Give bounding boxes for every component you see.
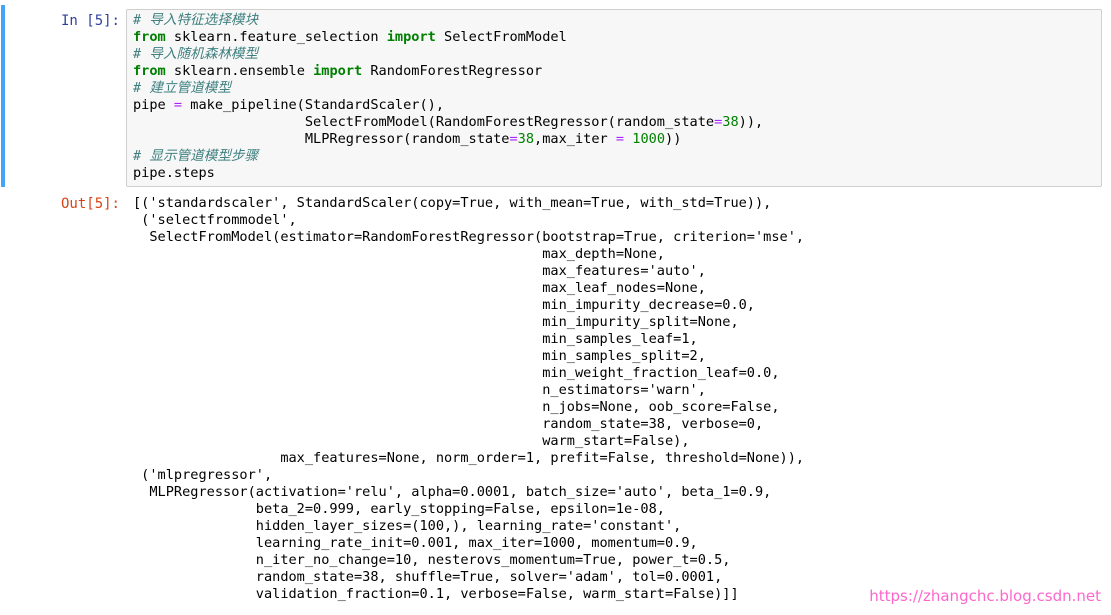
output-line: beta_2=0.999, early_stopping=False, epsi…: [133, 501, 665, 517]
output-line: min_samples_leaf=1,: [133, 331, 698, 347]
code-token: SelectFromModel: [435, 29, 567, 45]
output-line: min_impurity_split=None,: [133, 314, 739, 330]
output-line: min_samples_split=2,: [133, 348, 706, 364]
code-token: )): [665, 131, 682, 147]
code-token: 38: [517, 131, 535, 147]
output-line: n_estimators='warn',: [133, 382, 706, 398]
output-line: min_impurity_decrease=0.0,: [133, 297, 755, 313]
code-token: =: [509, 131, 518, 147]
output-line: validation_fraction=0.1, verbose=False, …: [133, 586, 739, 602]
code-token: 38: [722, 114, 739, 130]
code-line: # 显示管道模型步骤: [133, 148, 258, 164]
code-token: pipe.steps: [133, 165, 215, 181]
code-token: # 显示管道模型步骤: [133, 148, 259, 164]
code-line: pipe = make_pipeline(StandardScaler(),: [133, 97, 444, 113]
output-line: [('standardscaler', StandardScaler(copy=…: [133, 195, 772, 211]
output-line: max_depth=None,: [133, 246, 665, 262]
code-token: RandomForestRegressor: [362, 63, 543, 79]
cell-selected-indicator: [1, 5, 5, 187]
code-token: 1000: [632, 131, 666, 147]
code-token: # 建立管道模型: [133, 80, 231, 96]
code-line: # 导入特征选择模块: [133, 12, 258, 28]
output-line: max_features='auto',: [133, 263, 706, 279]
code-token: # 导入特征选择模块: [133, 12, 259, 28]
output-line: random_state=38, verbose=0,: [133, 416, 764, 432]
code-line: from sklearn.feature_selection import Se…: [133, 29, 567, 45]
code-line: SelectFromModel(RandomForestRegressor(ra…: [133, 114, 763, 130]
code-token: SelectFromModel(RandomForestRegressor(ra…: [133, 114, 715, 130]
output-line: n_iter_no_change=10, nesterovs_momentum=…: [133, 552, 731, 568]
output-prompt: Out[5]:: [60, 196, 120, 212]
code-block[interactable]: # 导入特征选择模块 from sklearn.feature_selectio…: [133, 12, 763, 182]
code-line: # 建立管道模型: [133, 80, 231, 96]
output-line: random_state=38, shuffle=True, solver='a…: [133, 569, 723, 585]
code-token: make_pipeline(StandardScaler(),: [182, 97, 445, 113]
code-line: pipe.steps: [133, 165, 215, 181]
code-token: ,max_iter: [534, 131, 616, 147]
code-token: sklearn.ensemble: [165, 63, 314, 79]
output-line: MLPRegressor(activation='relu', alpha=0.…: [133, 484, 772, 500]
code-token: sklearn.feature_selection: [165, 29, 387, 45]
code-token: from: [133, 63, 166, 79]
output-line: n_jobs=None, oob_score=False,: [133, 399, 780, 415]
output-line: ('selectfrommodel',: [133, 212, 297, 228]
code-token: pipe: [133, 97, 174, 113]
code-token: =: [615, 131, 625, 147]
input-prompt: In [5]:: [60, 13, 120, 29]
output-line: learning_rate_init=0.001, max_iter=1000,…: [133, 535, 698, 551]
code-line: # 导入随机森林模型: [133, 46, 258, 62]
output-line: hidden_layer_sizes=(100,), learning_rate…: [133, 518, 682, 534]
output-line: max_leaf_nodes=None,: [133, 280, 706, 296]
code-token: # 导入随机森林模型: [133, 46, 259, 62]
output-line: ('mlpregressor',: [133, 467, 273, 483]
output-block: [('standardscaler', StandardScaler(copy=…: [133, 195, 804, 603]
watermark: https://zhangchc.blog.csdn.net: [869, 587, 1101, 605]
output-line: min_weight_fraction_leaf=0.0,: [133, 365, 780, 381]
output-line: SelectFromModel(estimator=RandomForestRe…: [133, 229, 805, 245]
code-line: MLPRegressor(random_state=38,max_iter = …: [133, 131, 682, 147]
output-line: warm_start=False),: [133, 433, 690, 449]
output-line: max_features=None, norm_order=1, prefit=…: [133, 450, 805, 466]
code-token: =: [173, 97, 183, 113]
code-token: import: [313, 63, 363, 79]
code-token: import: [386, 29, 436, 45]
code-token: )),: [738, 114, 764, 130]
code-token: from: [133, 29, 166, 45]
code-token: MLPRegressor(random_state: [133, 131, 510, 147]
code-line: from sklearn.ensemble import RandomFores…: [133, 63, 542, 79]
